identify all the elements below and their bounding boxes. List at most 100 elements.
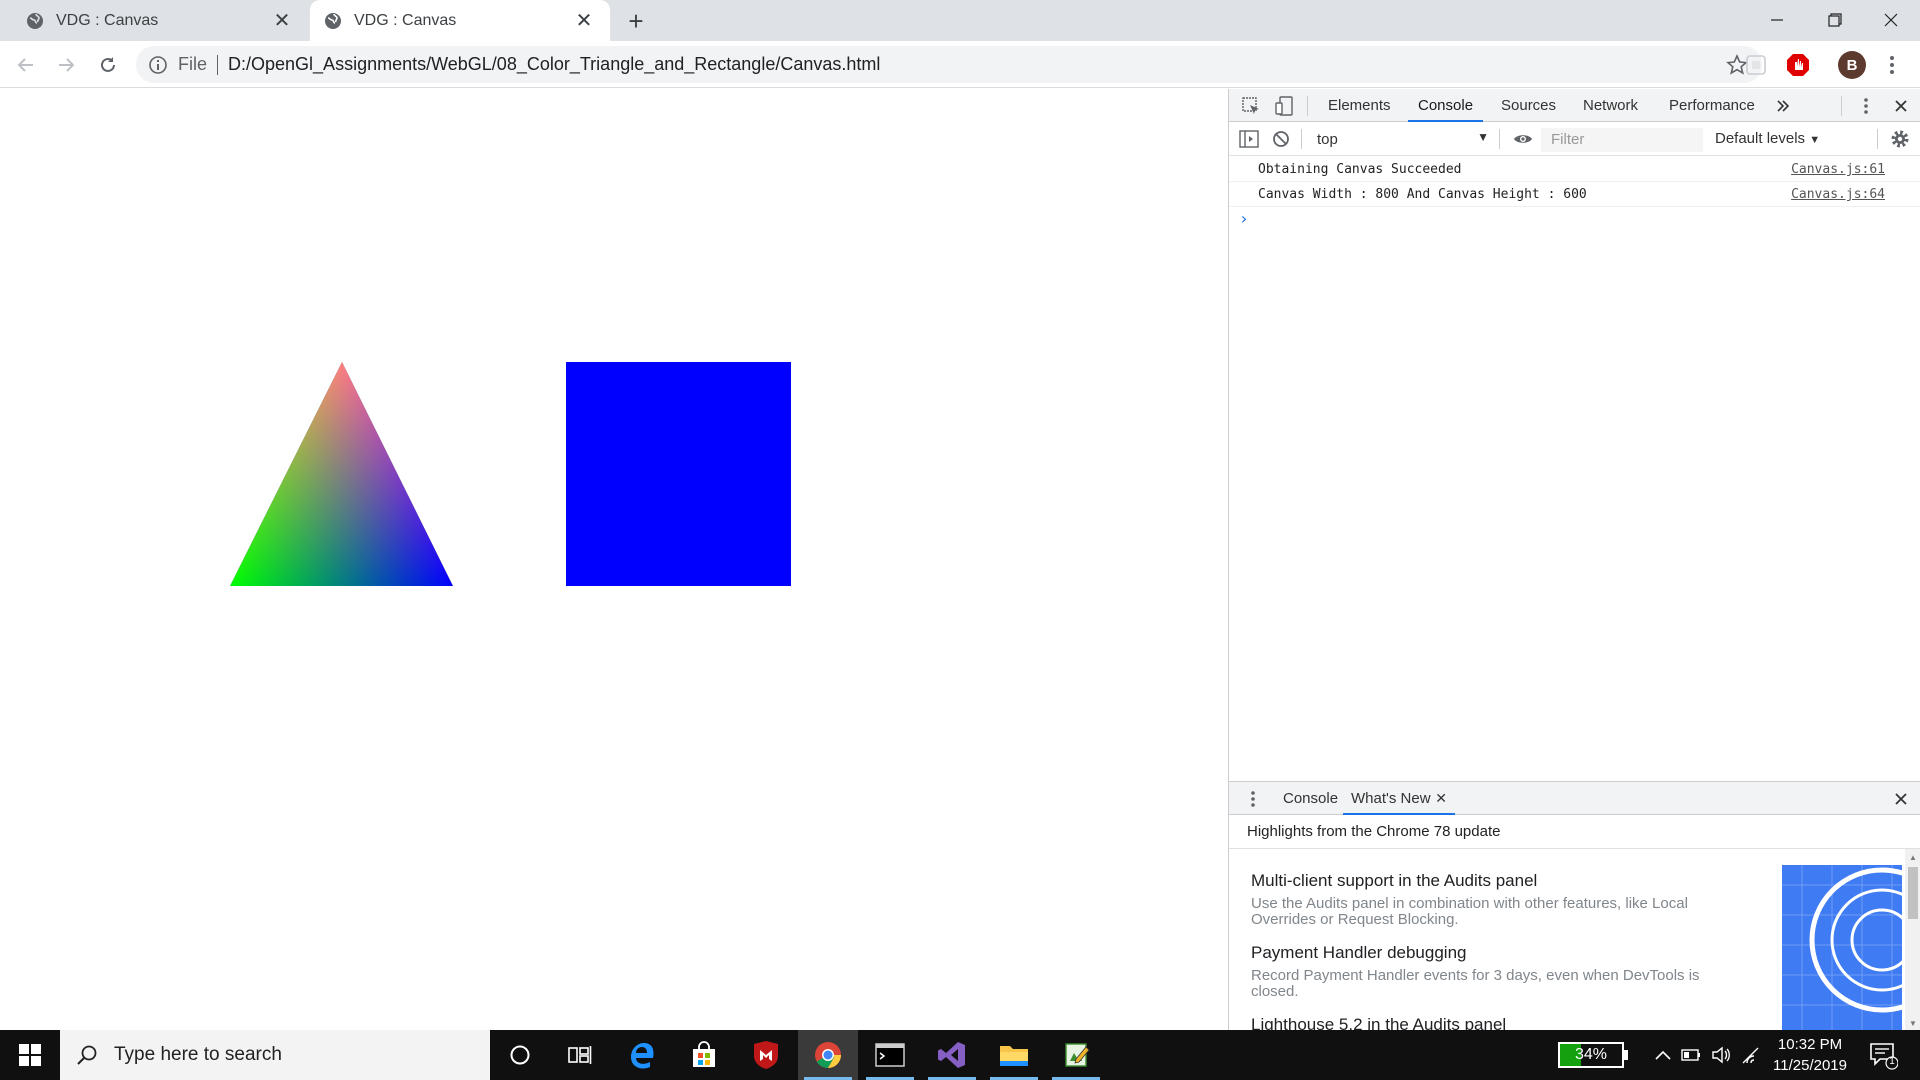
close-tab-icon[interactable]: ✕ [1435,782,1447,815]
clear-console-icon[interactable] [1269,127,1293,151]
task-view-button[interactable] [550,1030,610,1080]
taskbar-file-explorer[interactable] [984,1030,1044,1080]
address-bar[interactable]: File D:/OpenGl_Assignments/WebGL/08_Colo… [136,46,1762,83]
color-triangle [230,362,453,586]
divider [217,54,219,75]
console-log-row: Canvas Width : 800 And Canvas Height : 6… [1229,182,1920,207]
url-text[interactable]: D:/OpenGl_Assignments/WebGL/08_Color_Tri… [228,54,880,75]
web-page-canvas [0,89,1228,1030]
log-message: Canvas Width : 800 And Canvas Height : 6… [1258,187,1587,202]
more-vert-icon[interactable] [1882,53,1902,77]
log-message: Obtaining Canvas Succeeded [1258,162,1462,177]
terminal-icon [875,1043,905,1067]
close-window-button[interactable] [1862,0,1920,40]
whats-new-item-title[interactable]: Multi-client support in the Audits panel [1251,871,1537,891]
action-center-button[interactable]: 1 [1868,1040,1899,1070]
drawer-tab-whats-new[interactable]: What's New ✕ [1343,782,1455,815]
minimize-button[interactable] [1748,0,1806,40]
more-tabs-icon[interactable] [1771,94,1795,118]
log-levels-dropdown[interactable]: Default levels ▼ [1715,128,1820,150]
edge-icon [631,1043,654,1069]
store-icon [693,1041,715,1067]
taskbar-chrome[interactable] [798,1030,858,1080]
tab-sources[interactable]: Sources [1491,89,1566,122]
extension-icon[interactable] [1744,53,1768,77]
search-icon [77,1045,97,1065]
show-hidden-icons[interactable] [1652,1044,1674,1066]
log-source-link[interactable]: Canvas.js:64 [1791,187,1885,202]
cortana-icon [510,1045,530,1065]
scheme-label: File [178,54,208,74]
whats-new-item-title[interactable]: Lighthouse 5.2 in the Audits panel [1251,1015,1506,1030]
close-tab-icon[interactable]: ✕ [270,9,294,33]
scrollbar[interactable]: ▲ ▼ [1905,849,1920,1030]
whats-new-item-desc: Use the Audits panel in combination with… [1251,895,1688,928]
screen: VDG : Canvas ✕ VDG : Canvas ✕ + File D:/… [0,0,1920,1080]
context-value: top [1317,130,1338,148]
drawer-tab-console[interactable]: Console [1275,782,1346,815]
taskbar-terminal[interactable] [860,1030,920,1080]
drawer-menu-icon[interactable] [1241,787,1265,811]
whats-new-illustration [1782,865,1902,1030]
battery-nub [1624,1050,1628,1060]
tab-performance[interactable]: Performance [1659,89,1765,122]
taskbar-notepad-app[interactable] [1046,1030,1106,1080]
drawer-tab-label: What's New [1351,790,1431,807]
forward-button[interactable] [50,49,82,81]
context-select[interactable]: top ▼ [1317,128,1493,150]
browser-tab-2[interactable]: VDG : Canvas ✕ [310,0,610,41]
task-view-icon [568,1046,592,1064]
taskbar-store[interactable] [674,1030,734,1080]
back-button[interactable] [10,49,42,81]
new-tab-button[interactable]: + [622,6,650,36]
windows-logo-icon [19,1044,41,1066]
battery-indicator[interactable]: 34% [1558,1042,1628,1068]
start-button[interactable] [0,1030,60,1080]
folder-icon [1000,1046,1028,1066]
sidebar-toggle-icon[interactable] [1237,127,1261,151]
tab-elements[interactable]: Elements [1318,89,1401,122]
reload-icon [101,57,115,72]
profile-avatar[interactable]: B [1838,51,1866,79]
gear-icon[interactable] [1889,128,1911,150]
restore-button[interactable] [1806,0,1864,40]
divider [1307,96,1308,116]
close-tab-icon[interactable]: ✕ [572,9,596,33]
console-filter-input[interactable]: Filter [1541,128,1703,152]
close-drawer-icon[interactable] [1889,787,1913,811]
log-source-link[interactable]: Canvas.js:61 [1791,162,1885,177]
scroll-down-icon[interactable]: ▼ [1909,1019,1917,1028]
whats-new-item-title[interactable]: Payment Handler debugging [1251,943,1466,963]
scrollbar-thumb[interactable] [1908,867,1918,919]
info-icon[interactable] [148,55,168,75]
close-devtools-icon[interactable] [1889,94,1913,118]
scroll-up-icon[interactable]: ▲ [1909,853,1917,862]
console-prompt[interactable]: › [1239,209,1249,228]
taskbar-clock[interactable]: 10:32 PM 11/25/2019 [1762,1034,1858,1076]
device-toolbar-icon[interactable] [1272,94,1296,118]
eye-icon[interactable] [1511,127,1535,151]
adblock-icon[interactable] [1786,53,1810,77]
power-tray-icon[interactable] [1680,1044,1702,1066]
network-tray-icon[interactable] [1740,1044,1762,1066]
cortana-button[interactable] [490,1030,550,1080]
taskbar-mcafee[interactable] [736,1030,796,1080]
reload-button[interactable] [92,49,124,81]
notification-count: 1 [1889,1056,1895,1067]
tab-network[interactable]: Network [1573,89,1648,122]
clock-date: 11/25/2019 [1773,1057,1847,1074]
taskbar-search-box[interactable]: Type here to search [60,1030,490,1080]
blue-rectangle [566,362,791,586]
volume-tray-icon[interactable] [1710,1044,1732,1066]
devtools-menu-icon[interactable] [1854,94,1878,118]
inspect-element-icon[interactable] [1239,94,1263,118]
dropdown-arrow-icon: ▼ [1809,134,1821,146]
mcafee-icon [754,1041,778,1069]
browser-tab-strip: VDG : Canvas ✕ VDG : Canvas ✕ + [0,0,1920,41]
taskbar-visual-studio[interactable] [922,1030,982,1080]
tab-console[interactable]: Console [1408,89,1484,122]
taskbar-edge[interactable] [612,1030,672,1080]
browser-tab-1[interactable]: VDG : Canvas ✕ [12,0,308,41]
notepad-icon [1065,1043,1090,1067]
webgl-scene [230,362,791,586]
